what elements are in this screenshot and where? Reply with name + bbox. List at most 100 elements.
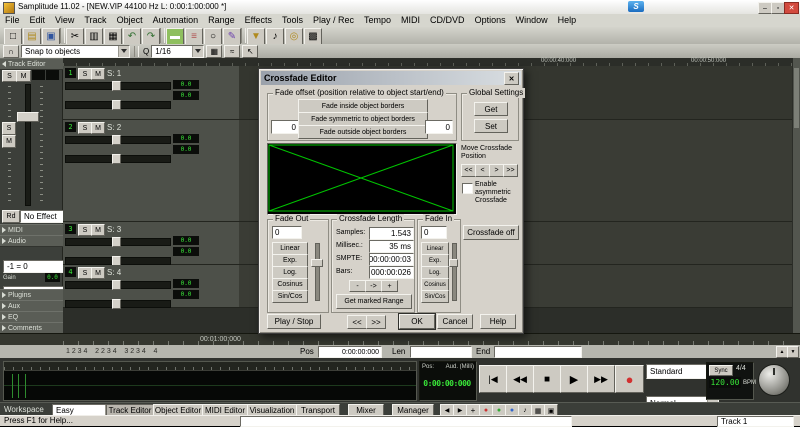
track-name[interactable]: S: 1 [107,69,121,78]
open-file-icon[interactable]: ▤ [23,28,41,45]
fade-out-offset-field[interactable]: 0 [271,120,299,134]
move-right-fast-button[interactable]: >> [503,164,518,177]
time-display-mode-left[interactable]: Pos: [422,364,434,370]
forward-button[interactable]: ▶▶ [587,365,615,393]
next-crossfade-button[interactable]: >> [366,315,386,329]
menu-play-rec[interactable]: Play / Rec [308,14,359,27]
draw-tool-icon[interactable]: ✎ [223,28,241,45]
magnet-icon[interactable]: ∩ [3,45,19,58]
move-left-button[interactable]: < [475,164,490,177]
fade-in-curve-slider[interactable] [449,242,458,302]
slider-handle[interactable] [112,135,121,145]
millisec-field[interactable]: 35 ms [369,240,414,253]
asymmetric-checkbox[interactable] [462,183,473,194]
grid-toggle-icon[interactable]: ▦ [206,45,222,58]
volume-slider[interactable] [65,281,171,289]
menu-automation[interactable]: Automation [148,14,204,27]
track-name[interactable]: S: 4 [107,268,121,277]
menu-cddvd[interactable]: CD/DVD [425,14,470,27]
arrangement-overview[interactable] [3,361,417,401]
samples-field[interactable]: 1.543 [369,227,414,240]
sync-button[interactable]: Sync [709,365,733,376]
fade-in-offset-field[interactable]: 0 [425,120,453,134]
fade-in-sincos-button[interactable]: Sin/Cos [421,290,449,303]
menu-edit[interactable]: Edit [25,14,51,27]
track-name[interactable]: S: 2 [107,123,121,132]
speaker-icon[interactable]: ♪ [266,28,284,45]
slider-handle[interactable] [112,100,121,110]
menu-view[interactable]: View [50,14,79,27]
fade-outside-borders-button[interactable]: Fade outside object borders [298,125,428,139]
cancel-button[interactable]: Cancel [437,314,473,329]
scroll-down-icon[interactable]: ▼ [787,346,799,358]
time-display-panel[interactable]: Pos: Aud. (Milli) 0:00:00:000 [419,361,477,401]
volume-slider[interactable] [65,136,171,144]
track-header[interactable]: 2 S M S: 2 0.0 0.0 [63,120,240,222]
zoom-tool-icon[interactable]: ○ [204,28,222,45]
play-button[interactable]: ▶ [560,365,588,393]
move-right-button[interactable]: > [489,164,504,177]
slider-handle[interactable] [112,280,121,290]
mute-button[interactable]: M [91,224,105,236]
crossfade-off-button[interactable]: Crossfade off [463,225,519,240]
volume-fader[interactable]: S M [0,82,62,208]
goto-start-button[interactable]: |◀ [479,365,507,393]
menu-file[interactable]: File [0,14,25,27]
fade-out-value-field[interactable]: 0 [272,226,302,239]
bpm-display[interactable]: 120.00 [709,377,741,388]
quantize-select[interactable]: 1/16 [151,45,204,58]
smpte-field[interactable]: 00:00:00:03 [369,253,414,266]
vertical-scrollbar[interactable] [792,58,800,333]
menu-object[interactable]: Object [112,14,148,27]
volume-slider[interactable] [65,238,171,246]
menu-tempo[interactable]: Tempo [359,14,396,27]
slider-handle[interactable] [112,154,121,164]
time-display-mode-right[interactable]: Aud. (Milli) [446,364,474,370]
fade-symmetric-borders-button[interactable]: Fade symmetric to object borders [298,112,428,126]
menu-midi[interactable]: MIDI [396,14,425,27]
minimize-button[interactable]: – [758,2,772,14]
menu-help[interactable]: Help [553,14,582,27]
snap-mode-select[interactable]: Snap to objects [21,45,130,58]
track-header[interactable]: 4 S M S: 4 0.0 0.0 [63,265,240,308]
mouse-mode-icon[interactable]: ↖ [242,45,258,58]
length-increase-button[interactable]: + [381,280,398,292]
marker-icon[interactable]: ▼ [247,28,265,45]
paste-icon[interactable]: ▦ [104,28,122,45]
copy-icon[interactable]: ▥ [85,28,103,45]
menu-tools[interactable]: Tools [277,14,308,27]
dialog-titlebar[interactable]: Crossfade Editor ✕ [261,71,521,85]
save-icon[interactable]: ▣ [42,28,60,45]
section-audio[interactable]: Audio [0,235,66,247]
close-button[interactable]: ✕ [784,2,799,14]
redo-icon[interactable]: ↷ [142,28,160,45]
solo-button[interactable]: S [78,224,92,236]
length-apply-button[interactable]: -> [365,280,382,292]
panel-mute-button[interactable]: M [16,70,31,82]
menu-track[interactable]: Track [79,14,111,27]
move-left-fast-button[interactable]: << [461,164,476,177]
slider-handle[interactable] [311,259,323,267]
range-mode-icon[interactable]: ≡ [185,28,203,45]
read-automation-button[interactable]: Rd [2,210,20,223]
mixer-icon[interactable]: ▩ [304,28,322,45]
time-signature[interactable]: 4/4 [736,365,746,372]
end-field[interactable] [494,346,582,358]
slider-handle[interactable] [112,237,121,247]
length-decrease-button[interactable]: - [349,280,366,292]
volume-slider[interactable] [65,82,171,90]
track-mute-button[interactable]: M [2,135,16,148]
bars-field[interactable]: 000:00:026 [369,266,414,279]
undo-icon[interactable]: ↶ [123,28,141,45]
cut-icon[interactable]: ✂ [66,28,84,45]
stop-button[interactable]: ■ [533,365,561,393]
panel-solo-button[interactable]: S [2,70,17,82]
global-get-button[interactable]: Get [474,102,508,116]
scrollbar-thumb[interactable] [794,68,799,128]
crossfade-preview[interactable] [267,143,457,215]
play-stop-button[interactable]: Play / Stop [267,314,321,329]
track-header[interactable]: 1 S M S: 1 0.0 0.0 [63,66,240,120]
help-button[interactable]: Help [480,314,516,329]
track-solo-button[interactable]: S [2,122,16,135]
len-field[interactable] [410,346,472,358]
